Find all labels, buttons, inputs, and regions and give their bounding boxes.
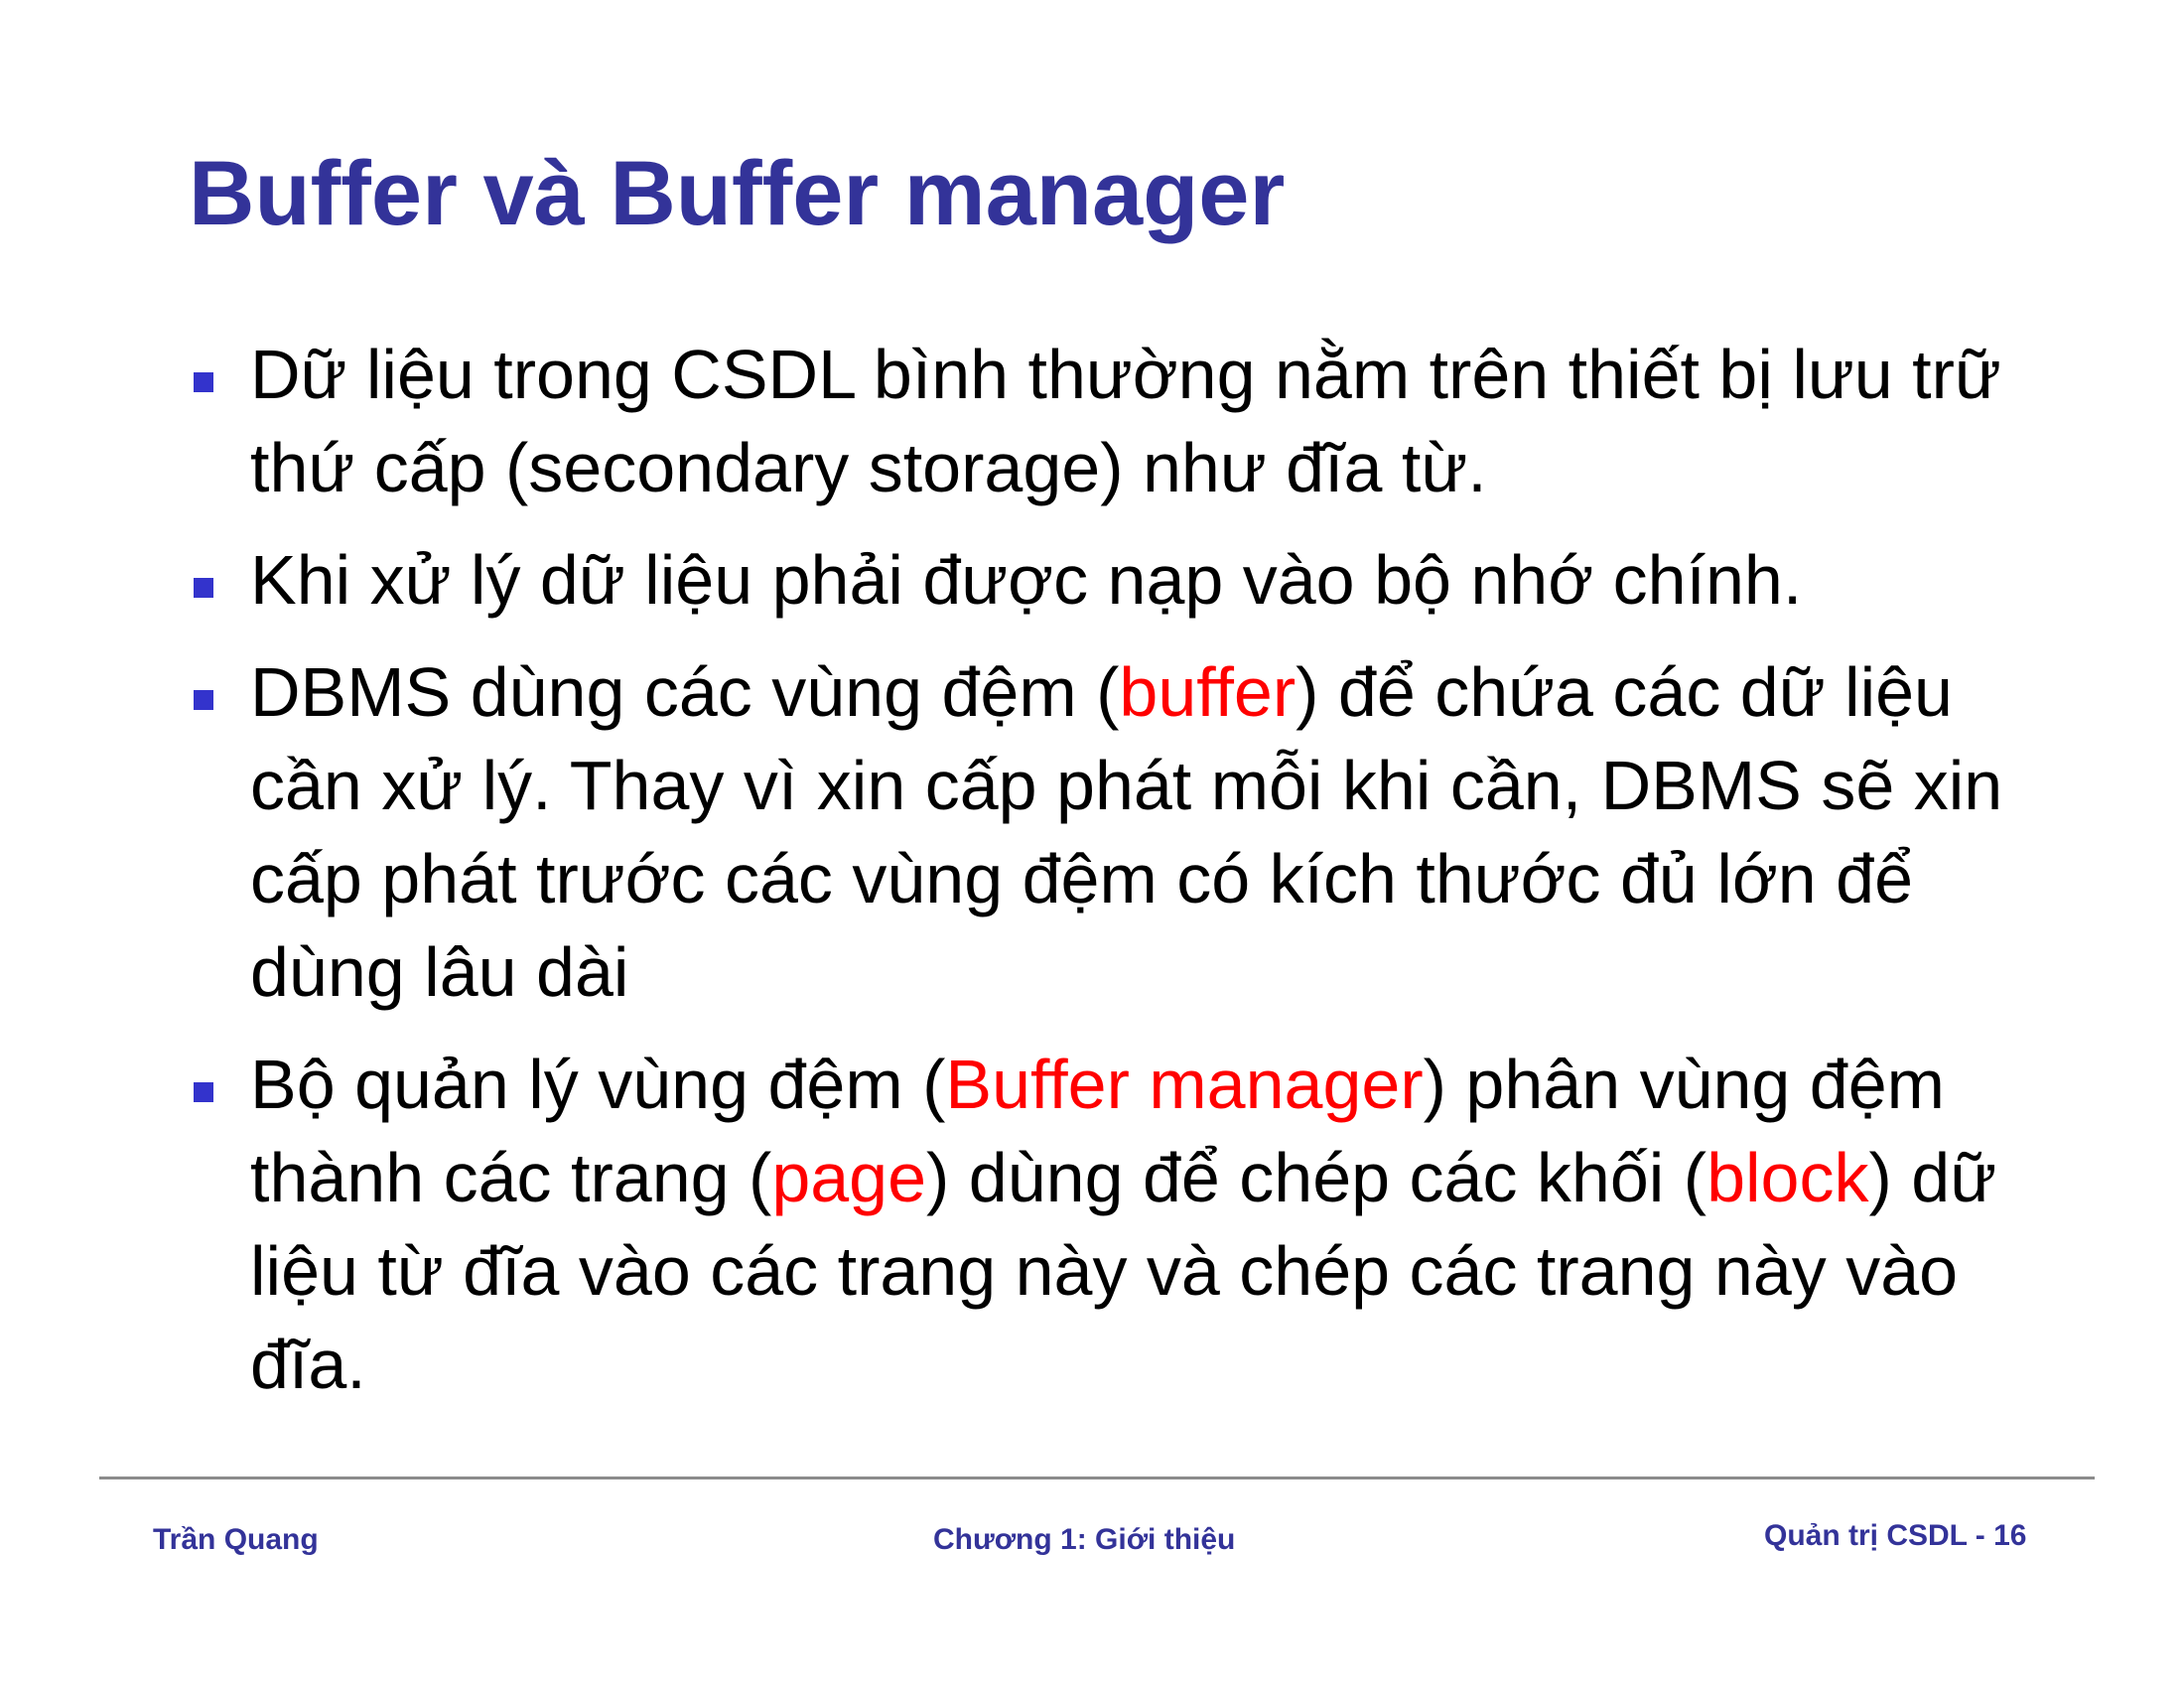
bullet-text: ) dùng để chép các khối ( bbox=[926, 1139, 1707, 1216]
footer-chapter: Chương 1: Giới thiệu bbox=[933, 1523, 1236, 1556]
highlight-term-block: block bbox=[1706, 1139, 1869, 1216]
bullet-text: Dữ liệu trong CSDL bình thường nằm trên … bbox=[250, 336, 2001, 506]
bullet-list: Dữ liệu trong CSDL bình thường nằm trên … bbox=[189, 328, 2075, 1430]
bullet-item-secondary-storage: Dữ liệu trong CSDL bình thường nằm trên … bbox=[189, 328, 2075, 514]
bullet-item-buffer-manager: Bộ quản lý vùng đệm (Buffer manager) phâ… bbox=[189, 1038, 2075, 1411]
highlight-term-buffer: buffer bbox=[1119, 653, 1297, 731]
square-bullet-icon bbox=[194, 690, 213, 710]
footer-divider bbox=[99, 1477, 2095, 1479]
square-bullet-icon bbox=[194, 372, 213, 392]
slide-title: Buffer và Buffer manager bbox=[189, 143, 1286, 244]
footer-page-number: Quản trị CSDL - 16 bbox=[1764, 1519, 2027, 1552]
square-bullet-icon bbox=[194, 1082, 213, 1102]
bullet-text: Bộ quản lý vùng đệm ( bbox=[250, 1046, 946, 1123]
highlight-term-page: page bbox=[771, 1139, 927, 1216]
highlight-term-buffer-manager: Buffer manager bbox=[945, 1046, 1424, 1123]
bullet-item-main-memory: Khi xử lý dữ liệu phải được nạp vào bộ n… bbox=[189, 533, 2075, 627]
bullet-item-dbms-buffer: DBMS dùng các vùng đệm (buffer) để chứa … bbox=[189, 645, 2075, 1019]
square-bullet-icon bbox=[194, 578, 213, 598]
bullet-text: DBMS dùng các vùng đệm ( bbox=[250, 653, 1120, 731]
footer-author: Trần Quang bbox=[153, 1523, 319, 1556]
bullet-text: Khi xử lý dữ liệu phải được nạp vào bộ n… bbox=[250, 541, 1803, 619]
